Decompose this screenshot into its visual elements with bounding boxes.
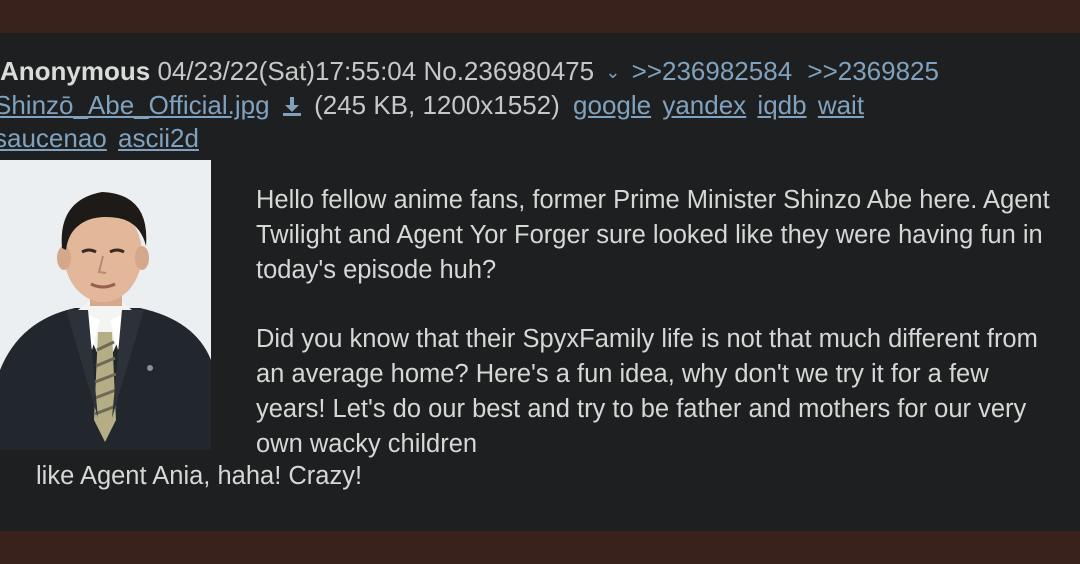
post-date: 04/23/22(Sat)17:55:04 xyxy=(157,56,417,86)
poster-name: Anonymous xyxy=(0,56,151,86)
message-paragraph: Hello fellow anime fans, former Prime Mi… xyxy=(256,186,1050,284)
post-header: Anonymous 04/23/22(Sat)17:55:04 No.23698… xyxy=(0,53,947,89)
file-size-info: (245 KB, 1200x1552) xyxy=(314,90,560,120)
search-link-iqdb[interactable]: iqdb xyxy=(757,90,806,120)
file-name-link[interactable]: Shinzō_Abe_Official.jpg xyxy=(0,90,270,120)
search-link-google[interactable]: google xyxy=(573,90,651,120)
chevron-down-icon[interactable]: ⌄ xyxy=(605,62,620,82)
search-link-yandex[interactable]: yandex xyxy=(662,90,746,120)
file-info-continued: saucenao ascii2d xyxy=(0,122,199,154)
search-link-wait[interactable]: wait xyxy=(818,90,864,120)
download-icon[interactable] xyxy=(281,92,303,116)
post-container: Anonymous 04/23/22(Sat)17:55:04 No.23698… xyxy=(0,33,1080,531)
search-link-ascii2d[interactable]: ascii2d xyxy=(118,123,199,153)
message-paragraph: Did you know that their SpyxFamily life … xyxy=(256,325,1038,458)
backlink[interactable]: >>236982584 xyxy=(632,56,793,86)
portrait-image xyxy=(0,160,211,450)
backlink[interactable]: >>2369825 xyxy=(807,56,939,86)
post-number[interactable]: No.236980475 xyxy=(423,56,594,86)
file-info: Shinzō_Abe_Official.jpg (245 KB, 1200x15… xyxy=(0,89,864,121)
post-message: Hello fellow anime fans, former Prime Mi… xyxy=(256,183,1056,462)
file-thumbnail[interactable] xyxy=(0,160,211,450)
search-link-saucenao[interactable]: saucenao xyxy=(0,123,107,153)
message-last-line: like Agent Ania, haha! Crazy! xyxy=(36,462,363,490)
